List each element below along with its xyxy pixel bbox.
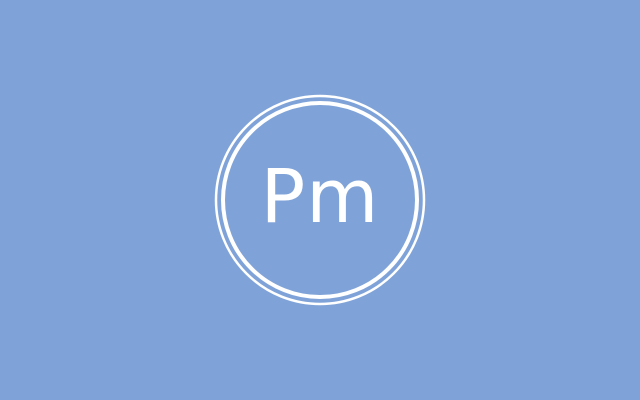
pm-logo-icon: Pm [212,92,428,308]
splash-screen: Pm [0,0,640,400]
logo-text: Pm [260,154,380,240]
